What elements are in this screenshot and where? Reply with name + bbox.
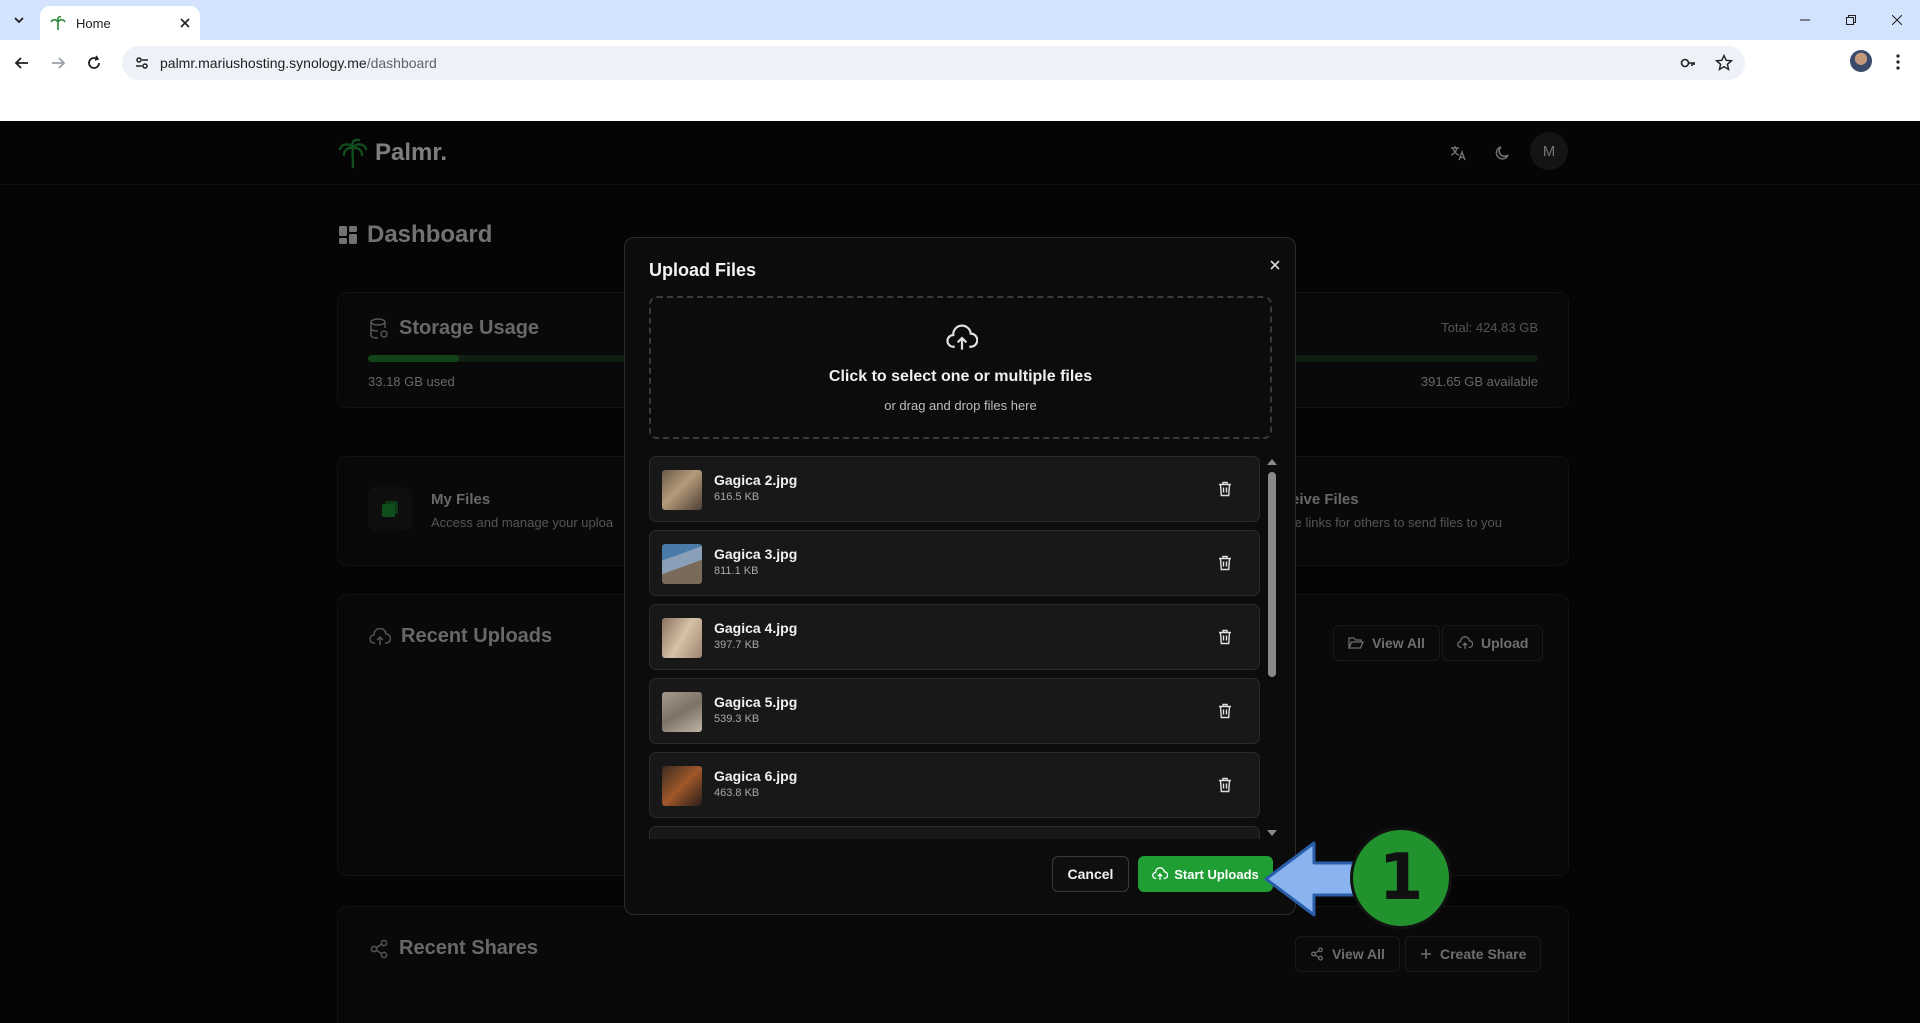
file-item: Gagica 6.jpg 463.8 KB — [649, 752, 1260, 818]
file-thumbnail — [662, 618, 702, 658]
remove-file-button[interactable] — [1215, 479, 1235, 499]
file-size: 397.7 KB — [714, 639, 760, 651]
more-vertical-icon — [1896, 54, 1900, 70]
file-size: 811.1 KB — [714, 565, 759, 577]
close-tab-icon[interactable] — [180, 18, 190, 28]
reload-button[interactable] — [80, 49, 108, 77]
browser-tab-home[interactable]: Home — [40, 6, 200, 40]
file-name: Gagica 2.jpg — [714, 472, 798, 488]
modal-close-button[interactable] — [1265, 255, 1285, 275]
selected-files-list: Gagica 2.jpg 616.5 KB Gagica 3.jpg 811.1… — [649, 456, 1284, 839]
browser-toolbar: palmr.mariushosting.synology.me/dashboar… — [0, 40, 1920, 86]
palm-favicon-icon — [50, 15, 66, 30]
file-item: Gagica 2.jpg 616.5 KB — [649, 456, 1260, 522]
file-size: 539.3 KB — [714, 713, 760, 725]
scroll-up-icon[interactable] — [1267, 458, 1277, 466]
arrow-left-icon — [14, 57, 28, 69]
scrollbar-thumb[interactable] — [1268, 472, 1276, 677]
file-item: Gagica 5.jpg 539.3 KB — [649, 678, 1260, 744]
tab-title: Home — [76, 15, 111, 31]
trash-icon — [1219, 703, 1231, 719]
remove-file-button[interactable] — [1215, 701, 1235, 721]
file-thumbnail — [662, 470, 702, 510]
step-number-badge: 1 — [1350, 827, 1452, 929]
file-thumbnail — [662, 766, 702, 806]
trash-icon — [1219, 629, 1231, 645]
file-item: Gagica 4.jpg 397.7 KB — [649, 604, 1260, 670]
start-uploads-button[interactable]: Start Uploads — [1138, 856, 1273, 892]
cloud-upload-icon — [1152, 867, 1169, 880]
close-icon — [1892, 15, 1902, 25]
file-dropzone[interactable]: Click to select one or multiple files or… — [649, 296, 1272, 439]
bookmark-star-icon[interactable] — [1715, 54, 1733, 72]
restore-button[interactable] — [1828, 0, 1874, 40]
url-text: palmr.mariushosting.synology.me/dashboar… — [160, 55, 437, 71]
dropzone-title: Click to select one or multiple files — [828, 368, 1093, 385]
cloud-upload-icon — [946, 324, 978, 350]
remove-file-button[interactable] — [1215, 627, 1235, 647]
trash-icon — [1219, 777, 1231, 793]
trash-icon — [1219, 481, 1231, 497]
site-settings-icon[interactable] — [134, 55, 150, 71]
file-thumbnail — [662, 692, 702, 732]
reload-icon — [88, 55, 100, 69]
file-name: Gagica 6.jpg — [714, 768, 798, 784]
arrow-right-icon — [52, 57, 66, 69]
minimize-button[interactable] — [1782, 0, 1828, 40]
modal-title: Upload Files — [649, 260, 757, 280]
file-list-scrollbar[interactable] — [1265, 456, 1279, 839]
dropzone-subtitle: or drag and drop files here — [884, 398, 1037, 413]
file-item: Gagica 3.jpg 811.1 KB — [649, 530, 1260, 596]
file-size: 616.5 KB — [714, 491, 760, 503]
file-size: 463.8 KB — [714, 787, 760, 799]
upload-files-modal: Upload Files Click to select one or mult… — [624, 237, 1296, 915]
restore-icon — [1846, 15, 1856, 25]
profile-avatar[interactable] — [1850, 50, 1872, 72]
remove-file-button[interactable] — [1215, 553, 1235, 573]
address-bar[interactable]: palmr.mariushosting.synology.me/dashboar… — [122, 46, 1745, 80]
back-button[interactable] — [8, 49, 36, 77]
file-item — [649, 826, 1260, 839]
page-top-band — [0, 86, 1920, 121]
file-name: Gagica 4.jpg — [714, 620, 798, 636]
password-key-icon[interactable] — [1679, 54, 1697, 72]
close-window-button[interactable] — [1874, 0, 1920, 40]
browser-menu-button[interactable] — [1888, 52, 1908, 72]
tab-list-button[interactable] — [6, 8, 32, 32]
browser-tabbar: Home — [0, 0, 1920, 40]
trash-icon — [1219, 555, 1231, 571]
file-thumbnail — [662, 544, 702, 584]
cancel-button[interactable]: Cancel — [1052, 856, 1129, 892]
forward-button[interactable] — [44, 49, 72, 77]
remove-file-button[interactable] — [1215, 775, 1235, 795]
scroll-down-icon[interactable] — [1267, 829, 1277, 837]
chevron-down-icon — [14, 17, 24, 24]
file-name: Gagica 3.jpg — [714, 546, 798, 562]
close-icon — [1270, 260, 1280, 270]
minimize-icon — [1800, 19, 1810, 21]
file-name: Gagica 5.jpg — [714, 694, 798, 710]
